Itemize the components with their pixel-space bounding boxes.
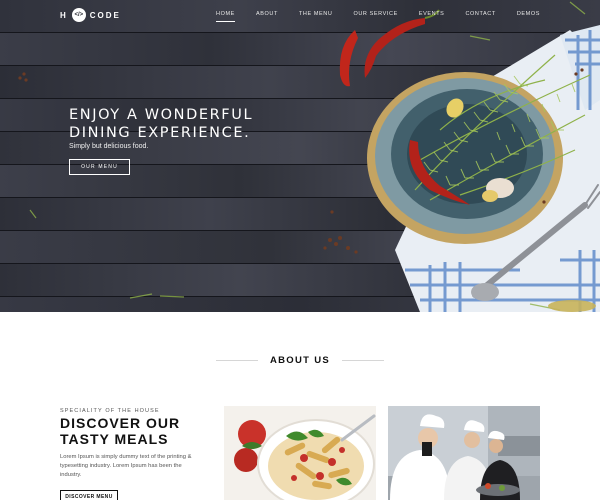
about-section-heading: ABOUT US [0, 352, 600, 368]
discover-menu-button[interactable]: DISCOVER MENU [60, 490, 118, 500]
nav-item-contact[interactable]: CONTACT [465, 9, 495, 19]
bay-leaf [548, 300, 596, 312]
logo-text-right: CODE [89, 10, 121, 20]
hero-title: ENJOY A WONDERFUL DINING EXPERIENCE. [69, 106, 269, 142]
site-logo[interactable]: H </> CODE [60, 8, 121, 22]
nav-item-our-service[interactable]: OUR SERVICE [353, 9, 397, 19]
hero-title-line-1: ENJOY A WONDERFUL [69, 107, 254, 123]
hero-subtitle: Simply but delicious food. [69, 143, 149, 150]
about-title: ABOUT US [269, 354, 330, 366]
nav-item-the-menu[interactable]: THE MENU [299, 9, 333, 19]
nav-item-demos[interactable]: DEMOS [517, 9, 540, 19]
bowl [367, 72, 563, 244]
our-menu-button[interactable]: OUR MENU [69, 159, 130, 175]
nav-item-events[interactable]: EVENTS [419, 9, 445, 19]
section-heading-line-2: TASTY MEALS [60, 431, 169, 447]
section-heading-line-1: DISCOVER OUR [60, 415, 181, 431]
nav-item-home[interactable]: HOME [216, 9, 235, 22]
logo-text-left: H [60, 10, 68, 20]
section-heading: DISCOVER OUR TASTY MEALS [60, 415, 180, 447]
heading-divider-right [342, 359, 384, 361]
chili-top-2 [364, 18, 425, 78]
chefs-kitchen-photo [388, 406, 540, 500]
hero-banner: H </> CODE HOME ABOUT THE MENU OUR SERVI… [0, 0, 600, 312]
code-brackets-icon: </> [71, 8, 86, 22]
nav-item-about[interactable]: ABOUT [256, 9, 278, 19]
section-body-text: Lorem Ipsum is simply dummy text of the … [60, 454, 192, 478]
heading-divider-left [215, 359, 258, 361]
pasta-dish-photo [224, 406, 376, 500]
chili-top-1 [339, 30, 358, 87]
section-kicker: SPECIALITY OF THE HOUSE [60, 408, 160, 414]
dish-illustration [18, 1, 600, 312]
hero-title-line-2: DINING EXPERIENCE. [69, 125, 251, 141]
main-navigation: HOME ABOUT THE MENU OUR SERVICE EVENTS C… [195, 9, 540, 22]
